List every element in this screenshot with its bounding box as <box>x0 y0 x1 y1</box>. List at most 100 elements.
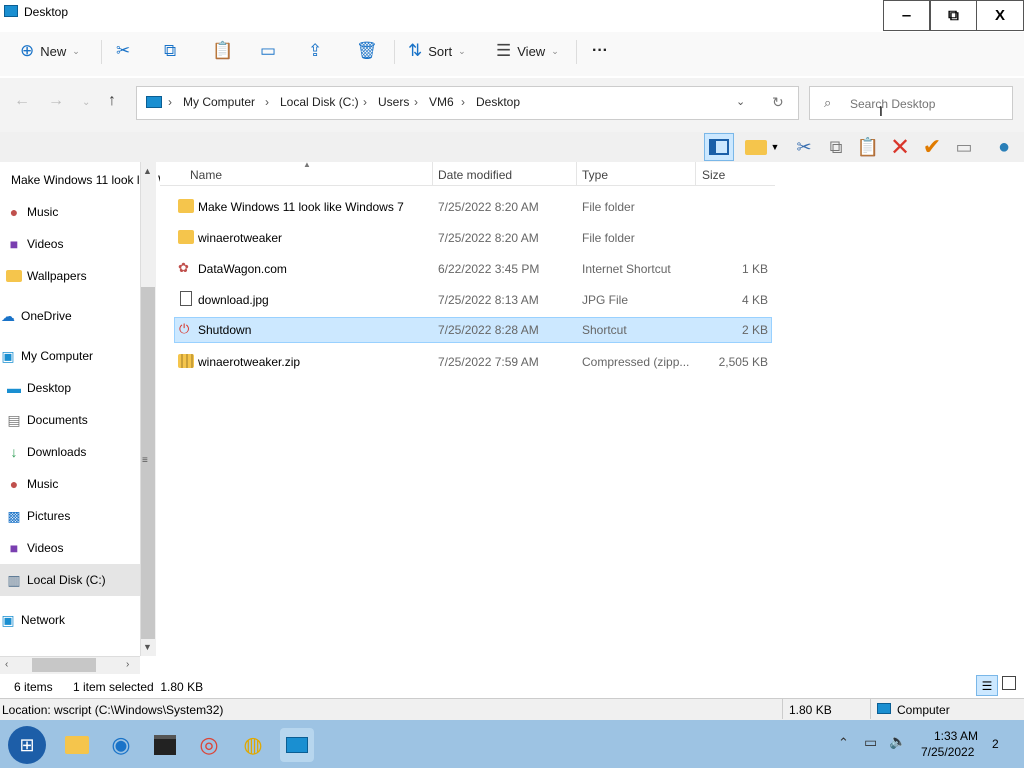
sort-label: Sort <box>428 43 453 59</box>
arrow-right-icon: → <box>48 92 64 109</box>
rename-button[interactable]: ▭ <box>260 38 276 64</box>
classic-delete-button[interactable]: ✕ <box>886 134 914 161</box>
taskbar-edge[interactable]: ◉ <box>104 728 138 762</box>
details-view-icon: ☰ <box>981 678 993 693</box>
nav-item-onedrive[interactable]: ☁ OneDrive <box>0 300 140 332</box>
column-header-date[interactable]: Date modified <box>438 168 512 182</box>
chrome-icon: ◎ <box>199 732 219 757</box>
notification-count[interactable]: 2 <box>992 737 999 751</box>
taskbar-app[interactable]: ◍ <box>236 728 270 762</box>
file-row[interactable]: winaerotweaker.zip 7/25/2022 7:59 AM Com… <box>174 349 772 375</box>
breadcrumb-vm6[interactable]: VM6 <box>429 95 454 109</box>
classic-paste-button[interactable]: 📋 <box>854 134 882 160</box>
minimize-button[interactable]: ‒ <box>883 0 930 31</box>
chevron-down-icon: ▼ <box>770 142 780 152</box>
nav-item-downloads[interactable]: ↓ Downloads <box>0 436 140 468</box>
nav-item-wallpapers[interactable]: Wallpapers <box>0 260 140 292</box>
scissors-icon: ✂ <box>116 41 131 60</box>
more-options-button[interactable]: ··· <box>592 38 608 64</box>
computer-icon <box>146 96 162 108</box>
music-icon: ● <box>9 476 19 492</box>
cut-button[interactable]: ✂ <box>116 38 130 64</box>
nav-item-pictures[interactable]: ▩ Pictures <box>0 500 140 532</box>
recent-locations-button[interactable]: ⌄ <box>82 97 90 108</box>
file-date: 6/22/2022 3:45 PM <box>438 262 540 276</box>
classic-rename-button[interactable]: ▭ <box>950 134 978 160</box>
chevron-right-icon: › <box>168 95 172 109</box>
scroll-down-arrow[interactable]: ▼ <box>143 642 152 652</box>
file-row[interactable]: ✿ DataWagon.com 6/22/2022 3:45 PM Intern… <box>174 256 772 282</box>
preview-pane-button[interactable] <box>704 133 734 161</box>
file-row-selected[interactable]: ⏻ Shutdown 7/25/2022 8:28 AM Shortcut 2 … <box>174 317 772 343</box>
search-input[interactable] <box>850 97 1000 111</box>
classic-properties-button[interactable]: ● <box>990 134 1018 160</box>
sort-button[interactable]: ⇅ Sort ⌄ <box>408 38 466 64</box>
nav-item-my-computer[interactable]: ▣ My Computer <box>0 340 140 372</box>
start-button[interactable]: ⊞ <box>8 726 46 764</box>
nav-item-network[interactable]: ▣ Network <box>0 604 140 636</box>
close-button[interactable]: X <box>976 0 1024 31</box>
globe-icon: ● <box>997 135 1011 158</box>
nav-item-documents[interactable]: ▤ Documents <box>0 404 140 436</box>
classic-cut-button[interactable]: ✂ <box>790 134 818 160</box>
scroll-right-arrow[interactable]: › <box>126 659 129 670</box>
taskbar-file-explorer[interactable] <box>60 728 94 762</box>
file-row[interactable]: winaerotweaker 7/25/2022 8:20 AM File fo… <box>174 225 772 251</box>
breadcrumb-users[interactable]: Users <box>378 95 409 109</box>
file-type: File folder <box>582 231 635 245</box>
column-divider[interactable] <box>432 162 433 186</box>
refresh-button[interactable]: ↻ <box>772 94 784 111</box>
nav-item-desktop[interactable]: ▬ Desktop <box>0 372 140 404</box>
new-button[interactable]: ⊕ New ⌄ <box>20 38 80 64</box>
file-row[interactable]: download.jpg 7/25/2022 8:13 AM JPG File … <box>174 287 772 313</box>
taskbar-explorer-active[interactable] <box>280 728 314 762</box>
address-dropdown-button[interactable]: ⌄ <box>736 95 745 108</box>
chevron-right-icon: › <box>414 95 418 109</box>
nav-item-make-windows-11[interactable]: Make Windows 11 look like Windows 7 <box>0 164 217 196</box>
clock-date[interactable]: 7/25/2022 <box>921 745 974 759</box>
file-row[interactable]: Make Windows 11 look like Windows 7 7/25… <box>174 194 772 220</box>
file-name: DataWagon.com <box>198 262 287 276</box>
volume-icon[interactable]: 🔈 <box>889 733 906 750</box>
breadcrumb-desktop[interactable]: Desktop <box>476 95 520 109</box>
breadcrumb-my-computer[interactable]: My Computer <box>183 95 255 109</box>
delete-button[interactable]: 🗑 <box>356 38 378 64</box>
scroll-up-arrow[interactable]: ▲ <box>143 166 152 176</box>
nav-label: Downloads <box>27 445 87 459</box>
breadcrumb-local-disk[interactable]: Local Disk (C:) <box>280 95 359 109</box>
back-button[interactable]: ← <box>14 92 30 110</box>
column-divider[interactable] <box>576 162 577 186</box>
nav-item-videos-2[interactable]: ■ Videos <box>0 532 140 564</box>
copy-button[interactable]: ⧉ <box>164 38 176 64</box>
view-button[interactable]: ☰ View ⌄ <box>496 38 559 64</box>
nav-item-music[interactable]: ● Music <box>0 196 140 228</box>
network-tray-icon[interactable]: ▭ <box>864 734 877 751</box>
classic-apply-button[interactable]: ✔ <box>918 134 946 160</box>
column-header-type[interactable]: Type <box>582 168 608 182</box>
large-icons-view-button[interactable] <box>1002 676 1016 690</box>
new-label: New <box>40 43 67 59</box>
up-button[interactable]: ↑ <box>108 92 116 110</box>
column-divider[interactable] <box>695 162 696 186</box>
nav-item-videos[interactable]: ■ Videos <box>0 228 140 260</box>
documents-icon: ▤ <box>7 411 21 428</box>
paste-button[interactable]: 📋 <box>212 38 233 64</box>
forward-button[interactable]: → <box>48 92 64 110</box>
select-folder-button[interactable]: ▼ <box>742 134 782 160</box>
horizontal-scroll-thumb[interactable] <box>32 658 96 672</box>
show-hidden-icons-button[interactable]: ⌃ <box>838 735 849 751</box>
nav-item-music-2[interactable]: ● Music <box>0 468 140 500</box>
zone-text: Computer <box>897 703 950 717</box>
column-header-size[interactable]: Size <box>702 168 725 182</box>
file-type: Shortcut <box>582 323 627 337</box>
share-button[interactable]: ⇪ <box>308 38 322 64</box>
details-view-button[interactable]: ☰ <box>976 675 998 696</box>
restore-button[interactable]: ⧉ <box>930 0 977 31</box>
taskbar-store[interactable] <box>148 728 182 762</box>
column-header-name[interactable]: Name <box>190 168 222 182</box>
taskbar-chrome[interactable]: ◎ <box>192 728 226 762</box>
scroll-left-arrow[interactable]: ‹ <box>5 659 8 670</box>
classic-copy-button[interactable]: ⧉ <box>822 134 850 160</box>
nav-item-local-disk[interactable]: ▥ Local Disk (C:) <box>0 564 140 596</box>
clock-time[interactable]: 1:33 AM <box>934 729 978 743</box>
